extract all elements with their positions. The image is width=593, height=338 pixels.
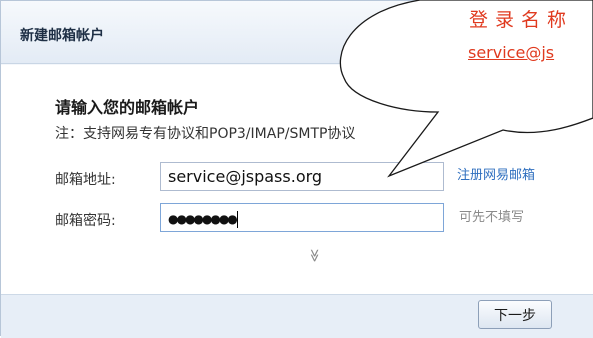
callout-login-name-text: 登录名称 — [469, 9, 574, 31]
callout-email-text: service@js — [468, 43, 555, 62]
